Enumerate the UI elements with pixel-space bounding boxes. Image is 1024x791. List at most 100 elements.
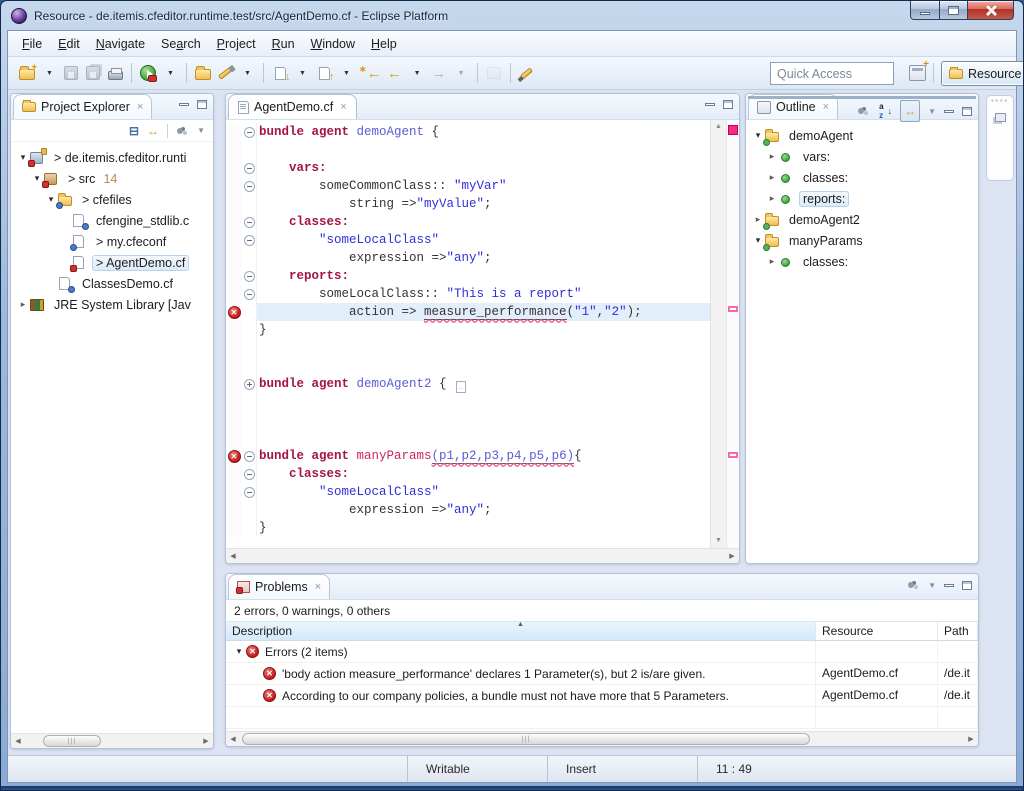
code-area[interactable]: bundle agent demoAgent { vars: someCommo…	[226, 120, 710, 548]
annotation-ruler[interactable]	[226, 519, 242, 537]
error-marker[interactable]	[728, 125, 738, 135]
expand-arrow-icon[interactable]: ▸	[17, 299, 29, 310]
maximize-button[interactable]	[940, 1, 968, 20]
folding-ruler[interactable]	[242, 303, 257, 321]
code-line[interactable]: someLocalClass:: "This is a report"	[257, 285, 710, 303]
expand-arrow-icon[interactable]: ▸	[752, 214, 764, 225]
code-line[interactable]: }	[257, 321, 710, 339]
scroll-right-icon[interactable]: ▶	[725, 549, 739, 563]
maximize-view-icon[interactable]	[723, 100, 733, 109]
minimize-view-icon[interactable]	[944, 110, 954, 113]
code-line[interactable]: someCommonClass:: "myVar"	[257, 177, 710, 195]
error-marker-icon[interactable]: ✕	[228, 450, 241, 463]
folding-ruler[interactable]	[242, 249, 257, 267]
annotation-ruler[interactable]	[226, 123, 242, 141]
fold-collapse-icon[interactable]	[244, 181, 255, 192]
annotation-ruler[interactable]	[226, 141, 242, 159]
outline-tree-item[interactable]: ▸vars:	[746, 146, 978, 167]
expand-arrow-icon[interactable]: ▸	[766, 151, 778, 162]
save-button[interactable]	[60, 61, 82, 85]
project-tree-item[interactable]: > my.cfeconf	[11, 231, 213, 252]
maximize-view-icon[interactable]	[962, 581, 972, 590]
minimize-view-icon[interactable]	[179, 103, 189, 106]
error-marker[interactable]	[728, 452, 738, 458]
expand-arrow-icon[interactable]: ▸	[766, 193, 778, 204]
folding-ruler[interactable]	[242, 141, 257, 159]
minimized-view-bar[interactable]: ••••	[986, 95, 1014, 181]
menu-edit[interactable]: Edit	[50, 34, 88, 54]
fold-collapse-icon[interactable]	[244, 235, 255, 246]
folding-ruler[interactable]	[242, 447, 257, 465]
code-line[interactable]: bundle agent demoAgent {	[257, 123, 710, 141]
editor-vscrollbar[interactable]: ▲ ▼	[710, 120, 726, 548]
annotation-ruler[interactable]	[226, 465, 242, 483]
code-line[interactable]: string =>"myValue";	[257, 195, 710, 213]
folding-ruler[interactable]	[242, 321, 257, 339]
close-icon[interactable]: ×	[315, 581, 321, 593]
menu-window[interactable]: Window	[303, 34, 363, 54]
run-dropdown[interactable]: ▼	[159, 61, 181, 85]
overview-ruler[interactable]	[726, 120, 739, 548]
folding-ruler[interactable]	[242, 357, 257, 375]
code-line[interactable]: "someLocalClass"	[257, 483, 710, 501]
outline-tree-item[interactable]: ▸demoAgent2	[746, 209, 978, 230]
collapse-arrow-icon[interactable]: ▾	[752, 235, 764, 246]
maximize-view-icon[interactable]	[962, 107, 972, 116]
link-with-editor-icon[interactable]: ↔	[147, 125, 159, 137]
outline-tree-item[interactable]: ▸reports:	[746, 188, 978, 209]
error-marker-icon[interactable]: ✕	[228, 306, 241, 319]
code-line[interactable]: expression =>"any";	[257, 501, 710, 519]
open-resource-button[interactable]	[192, 61, 214, 85]
code-row[interactable]	[226, 141, 710, 159]
collapse-arrow-icon[interactable]: ▾	[752, 130, 764, 141]
code-row[interactable]: }	[226, 519, 710, 537]
fold-collapse-icon[interactable]	[244, 217, 255, 228]
project-tree-item[interactable]: ▸JRE System Library [Jav	[11, 294, 213, 315]
code-row[interactable]: someLocalClass:: "This is a report"	[226, 285, 710, 303]
column-header-resource[interactable]: Resource	[816, 622, 938, 640]
folding-ruler[interactable]	[242, 501, 257, 519]
folding-ruler[interactable]	[242, 429, 257, 447]
annotation-ruler[interactable]: ✕	[226, 303, 242, 321]
new-wizard-button[interactable]	[16, 61, 38, 85]
forward-button[interactable]: →	[428, 61, 450, 85]
pin-editor-button[interactable]	[483, 61, 505, 85]
quick-access-input[interactable]	[770, 62, 894, 85]
collapsed-region-icon[interactable]: ‥	[456, 381, 466, 393]
tab-project-explorer[interactable]: Project Explorer ×	[13, 94, 152, 119]
code-row[interactable]: "someLocalClass"	[226, 231, 710, 249]
code-row[interactable]: reports:	[226, 267, 710, 285]
scroll-right-icon[interactable]: ▶	[199, 734, 213, 748]
annotation-ruler[interactable]: ✕	[226, 447, 242, 465]
outline-tree-item[interactable]: ▸classes:	[746, 251, 978, 272]
code-row[interactable]: ✕ action => measure_performance("1","2")…	[226, 303, 710, 321]
annotation-ruler[interactable]	[226, 375, 242, 393]
code-line[interactable]	[257, 339, 710, 357]
sort-alphabetically-icon[interactable]: ↓	[878, 105, 892, 118]
link-with-editor-toggle[interactable]: ↔	[900, 100, 920, 122]
code-line[interactable]: reports:	[257, 267, 710, 285]
tab-outline[interactable]: Outline ×	[748, 94, 838, 119]
annotation-ruler[interactable]	[226, 213, 242, 231]
problems-error-row[interactable]: ✕'body action measure_performance' decla…	[226, 663, 978, 685]
scroll-left-icon[interactable]: ◀	[226, 732, 240, 746]
tab-agentdemo-cf[interactable]: AgentDemo.cf ×	[228, 94, 357, 119]
error-marker[interactable]	[728, 306, 738, 312]
code-line[interactable]: "someLocalClass"	[257, 231, 710, 249]
code-row[interactable]: classes:	[226, 213, 710, 231]
collapse-arrow-icon[interactable]: ▾	[232, 646, 246, 657]
last-edit-location-button[interactable]: ∗←	[357, 61, 384, 85]
code-row[interactable]: vars:	[226, 159, 710, 177]
column-header-path[interactable]: Path	[938, 622, 978, 640]
code-row[interactable]: string =>"myValue";	[226, 195, 710, 213]
folding-ruler[interactable]	[242, 159, 257, 177]
annotation-ruler[interactable]	[226, 339, 242, 357]
editor-hscrollbar[interactable]: ◀ ▶	[226, 548, 739, 563]
fold-expand-icon[interactable]	[244, 379, 255, 390]
code-row[interactable]: expression =>"any";	[226, 501, 710, 519]
menu-navigate[interactable]: Navigate	[88, 34, 153, 54]
code-line[interactable]	[257, 393, 710, 411]
fold-collapse-icon[interactable]	[244, 163, 255, 174]
focus-on-active-task-icon[interactable]	[857, 106, 870, 116]
annotation-ruler[interactable]	[226, 429, 242, 447]
